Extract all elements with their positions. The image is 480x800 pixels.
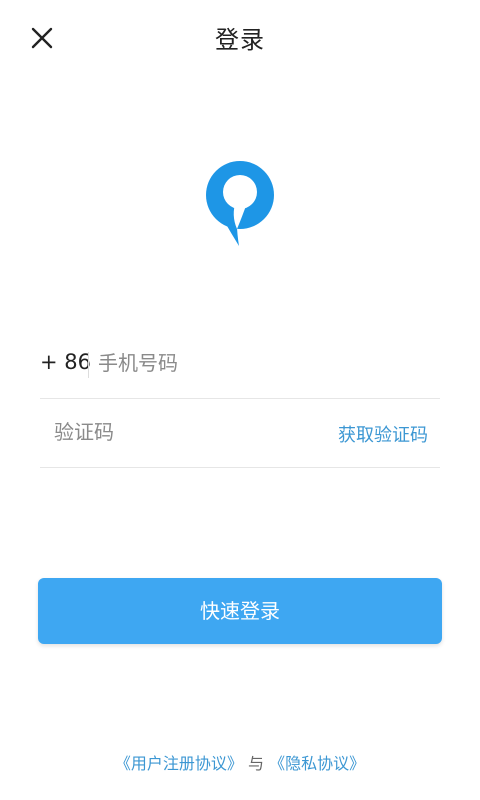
- privacy-policy-link[interactable]: 《隐私协议》: [269, 754, 365, 773]
- country-code-selector[interactable]: + 86: [40, 350, 91, 374]
- get-code-button[interactable]: 获取验证码: [338, 421, 428, 447]
- verification-code-input[interactable]: [54, 413, 304, 451]
- page-title: 登录: [215, 26, 265, 54]
- field-divider: [88, 352, 89, 378]
- speech-bubble-logo-icon: [206, 161, 274, 246]
- phone-field: + 86: [40, 330, 440, 399]
- header: 登录: [0, 0, 480, 84]
- phone-input[interactable]: [98, 344, 428, 382]
- verification-code-field: 获取验证码: [40, 399, 440, 468]
- user-agreement-link[interactable]: 《用户注册协议》: [115, 754, 243, 773]
- agreement-conjunction: 与: [247, 754, 264, 773]
- quick-login-button[interactable]: 快速登录: [38, 578, 442, 644]
- agreement-footer: 《用户注册协议》 与 《隐私协议》: [0, 750, 480, 774]
